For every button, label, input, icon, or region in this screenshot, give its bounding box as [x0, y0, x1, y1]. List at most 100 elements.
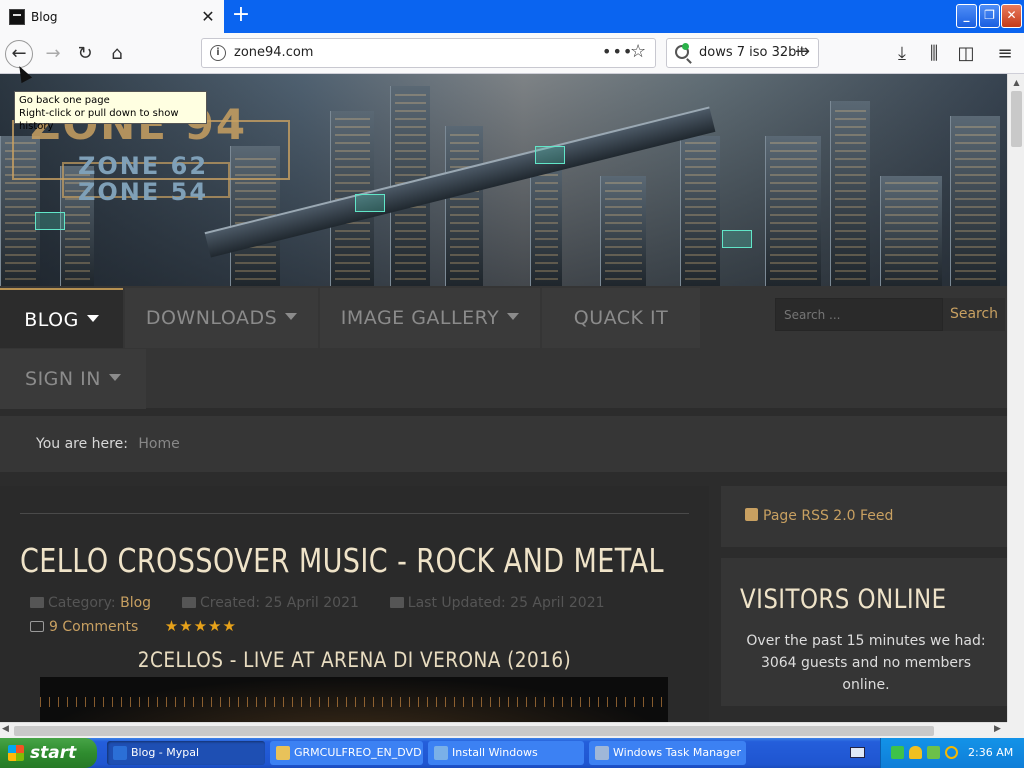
- caret-down-icon: [86, 315, 99, 322]
- minimize-button[interactable]: _: [956, 4, 977, 28]
- module-title: VISITORS ONLINE: [740, 584, 947, 615]
- taskbar-item-task-manager[interactable]: Windows Task Manager: [589, 741, 746, 765]
- menu-item-quack-it[interactable]: QUACK IT: [542, 288, 700, 348]
- taskbar-item-install-windows[interactable]: Install Windows: [428, 741, 584, 765]
- home-icon[interactable]: ⌂: [103, 40, 131, 68]
- back-button-tooltip: Go back one page Right-click or pull dow…: [14, 91, 207, 132]
- calendar-icon: [389, 597, 404, 608]
- start-button[interactable]: start: [0, 738, 97, 768]
- banner-building: [950, 116, 1000, 286]
- windows-taskbar: start Blog - Mypal GRMCULFREO_EN_DVD Ins…: [0, 738, 1024, 768]
- task-label: Install Windows: [452, 746, 538, 759]
- search-icon[interactable]: [945, 746, 958, 759]
- comments-link[interactable]: 9 Comments: [49, 619, 138, 635]
- logo-subtitle: ZONE 62: [78, 152, 209, 180]
- logo-subtitle: ZONE 54: [78, 178, 209, 206]
- windows-logo-icon: [8, 745, 24, 761]
- banner-hologram: [355, 194, 385, 212]
- browser-icon: [113, 746, 127, 760]
- hamburger-menu-icon[interactable]: ≡: [991, 40, 1019, 68]
- close-tab-icon[interactable]: ✕: [198, 7, 218, 26]
- article-meta-secondary: 9 Comments ★★★★★: [30, 617, 237, 635]
- calendar-icon: [181, 597, 196, 608]
- banner-building: [445, 126, 483, 286]
- divider: [20, 513, 689, 514]
- start-label: start: [30, 743, 77, 763]
- task-manager-icon: [595, 746, 609, 760]
- maximize-button[interactable]: ❐: [979, 4, 1000, 28]
- scroll-up-icon[interactable]: ▲: [1010, 76, 1023, 89]
- tooltip-line: Right-click or pull down to show history: [19, 108, 179, 132]
- category-link[interactable]: Blog: [120, 595, 151, 611]
- article-meta: Category: Blog Created: 25 April 2021 La…: [30, 595, 605, 611]
- horizontal-scrollbar[interactable]: ◀ ▶: [0, 722, 1007, 738]
- clock[interactable]: 2:36 AM: [968, 738, 1013, 768]
- keyboard-icon[interactable]: [850, 747, 865, 758]
- menu-item-downloads[interactable]: DOWNLOADS: [125, 288, 318, 348]
- site-search-button[interactable]: Search: [943, 298, 1005, 331]
- new-tab-icon[interactable]: +: [228, 4, 254, 28]
- vertical-scrollbar[interactable]: ▲: [1007, 74, 1024, 722]
- scroll-right-icon[interactable]: ▶: [994, 724, 1001, 734]
- banner-hologram: [535, 146, 565, 164]
- menu-label: QUACK IT: [573, 307, 669, 329]
- tab-blog[interactable]: Blog ✕: [0, 0, 224, 33]
- tooltip-line: Go back one page: [19, 95, 110, 106]
- horizontal-scroll-thumb[interactable]: [14, 726, 934, 736]
- banner-hologram: [35, 212, 65, 230]
- bookmark-star-icon[interactable]: ☆: [630, 41, 646, 62]
- article-title[interactable]: CELLO CROSSOVER MUSIC - ROCK AND METAL: [20, 541, 664, 580]
- reload-icon[interactable]: ↻: [71, 40, 99, 68]
- download-icon[interactable]: ⤓: [888, 40, 916, 68]
- security-shield-icon[interactable]: [909, 746, 922, 759]
- caret-down-icon: [285, 313, 298, 320]
- search-engine-badge-icon: [682, 43, 689, 50]
- go-arrow-icon[interactable]: →: [795, 41, 810, 62]
- library-icon[interactable]: ⫼: [920, 40, 948, 68]
- visitors-online-module: VISITORS ONLINE Over the past 15 minutes…: [721, 558, 1007, 706]
- visitors-text: Over the past 15 minutes we had: 3064 gu…: [746, 633, 986, 693]
- menu-label: DOWNLOADS: [145, 307, 278, 329]
- category-label: Category:: [48, 595, 116, 611]
- site-favicon-icon: [9, 8, 25, 25]
- task-label: GRMCULFREO_EN_DVD: [294, 746, 422, 759]
- taskbar-item-dvd-folder[interactable]: GRMCULFREO_EN_DVD: [270, 741, 423, 765]
- menu-item-sign-in[interactable]: SIGN IN: [0, 349, 146, 409]
- menu-item-image-gallery[interactable]: IMAGE GALLERY: [320, 288, 540, 348]
- banner-building: [680, 136, 720, 286]
- menu-label: BLOG: [24, 309, 79, 331]
- banner-building: [765, 136, 821, 286]
- network-icon[interactable]: [891, 746, 904, 759]
- rating-stars[interactable]: ★★★★★: [165, 617, 237, 635]
- comment-icon: [30, 621, 44, 632]
- sidebar-icon[interactable]: ◫: [952, 40, 980, 68]
- vertical-scroll-thumb[interactable]: [1011, 91, 1022, 147]
- more-actions-icon[interactable]: •••: [602, 42, 633, 61]
- browser-search-bar[interactable]: dows 7 iso 32bit →: [666, 38, 819, 68]
- menu-item-blog[interactable]: BLOG: [0, 288, 123, 348]
- taskbar-item-mypal[interactable]: Blog - Mypal: [107, 741, 265, 765]
- browser-tab-strip: Blog ✕ + _ ❐ ✕: [0, 0, 1024, 33]
- installer-icon: [434, 746, 448, 760]
- navigation-toolbar: ← → ↻ ⌂ i zone94.com ••• ☆ dows 7 iso 32…: [0, 33, 1024, 74]
- close-window-button[interactable]: ✕: [1001, 4, 1022, 28]
- safely-remove-icon[interactable]: [927, 746, 940, 759]
- forward-arrow-icon[interactable]: →: [39, 40, 67, 68]
- url-bar[interactable]: i zone94.com ••• ☆: [201, 38, 656, 68]
- scroll-left-icon[interactable]: ◀: [2, 724, 9, 734]
- video-player[interactable]: [40, 677, 668, 722]
- back-arrow-icon[interactable]: ←: [5, 40, 33, 68]
- url-text[interactable]: zone94.com: [234, 45, 313, 60]
- tab-title: Blog: [31, 9, 58, 24]
- banner-building: [600, 176, 646, 286]
- folder-icon: [30, 597, 44, 608]
- task-label: Windows Task Manager: [613, 746, 742, 759]
- browser-search-text[interactable]: dows 7 iso 32bit: [699, 45, 805, 60]
- updated-date: Last Updated: 25 April 2021: [407, 595, 605, 611]
- main-menu: BLOG DOWNLOADS IMAGE GALLERY QUACK IT SI…: [0, 286, 1007, 409]
- site-search-input[interactable]: [775, 298, 943, 331]
- menu-label: SIGN IN: [25, 368, 101, 390]
- banner-hologram: [722, 230, 752, 248]
- rss-feed-link[interactable]: Page RSS 2.0 Feed: [721, 486, 1007, 547]
- info-icon[interactable]: i: [210, 45, 226, 61]
